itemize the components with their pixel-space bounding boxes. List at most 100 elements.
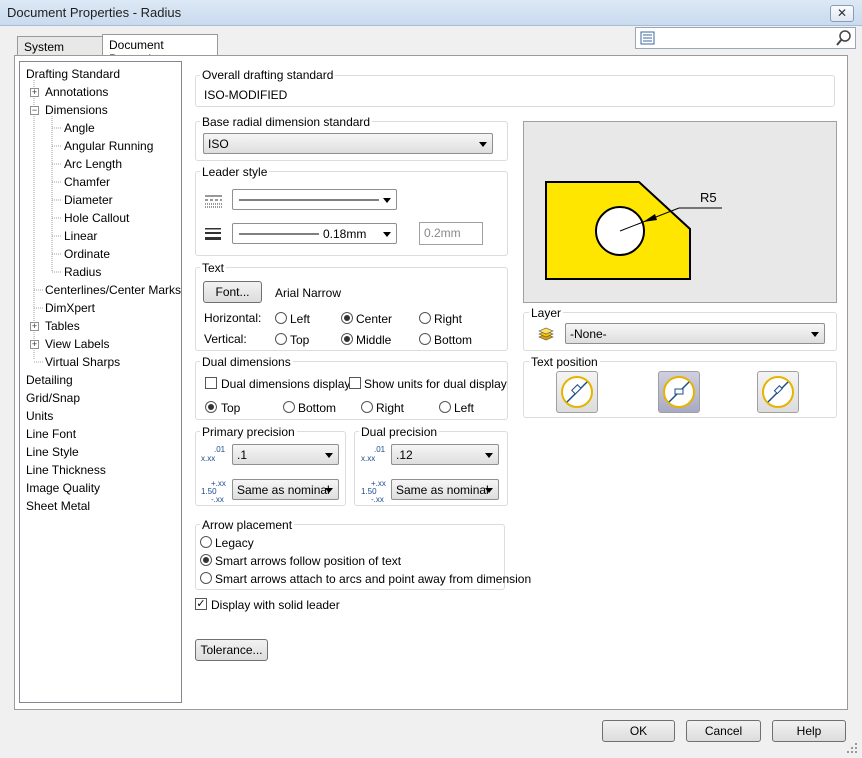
precision-icon-top: .01: [214, 445, 226, 454]
font-button[interactable]: Font...: [203, 281, 262, 303]
primary-tolerance-select[interactable]: Same as nominal: [232, 479, 339, 500]
expand-icon[interactable]: +: [30, 340, 39, 349]
solid-leader-checkbox[interactable]: ✓: [195, 598, 207, 610]
chevron-down-icon: [485, 453, 493, 458]
v-bottom-radio[interactable]: [419, 333, 431, 345]
line-style-icon: [205, 195, 222, 208]
tree-item-tables[interactable]: Tables: [45, 319, 80, 333]
horizontal-label: Horizontal:: [204, 311, 262, 325]
tree-item-dimxpert[interactable]: DimXpert: [45, 301, 95, 315]
tree-item-drafting-standard[interactable]: Drafting Standard: [26, 67, 120, 81]
dual-bottom-radio[interactable]: [283, 401, 295, 413]
text-position-aligned-button[interactable]: [556, 371, 598, 413]
v-middle-radio[interactable]: [341, 333, 353, 345]
arrow-smart-follow-radio[interactable]: [200, 554, 212, 566]
tree-item-diameter[interactable]: Diameter: [64, 193, 113, 207]
tree-item-hole-callout[interactable]: Hole Callout: [64, 211, 129, 225]
tree-item-line-font[interactable]: Line Font: [26, 427, 76, 441]
tree-item-grid-snap[interactable]: Grid/Snap: [26, 391, 80, 405]
search-icon[interactable]: [835, 29, 853, 47]
primary-precision-select[interactable]: .1: [232, 444, 339, 465]
tree-item-linear[interactable]: Linear: [64, 229, 97, 243]
dual-display-checkbox[interactable]: [205, 377, 217, 389]
expand-icon[interactable]: +: [30, 88, 39, 97]
dual-left-radio[interactable]: [439, 401, 451, 413]
v-top-label: Top: [290, 333, 310, 347]
dual-left-label: Left: [454, 401, 475, 415]
close-button[interactable]: ✕: [830, 5, 854, 22]
tolerance-precision-icon: +.xx 1.50 -.xx: [201, 480, 229, 504]
h-left-radio[interactable]: [275, 312, 287, 324]
tree-item-sheet-metal[interactable]: Sheet Metal: [26, 499, 90, 513]
solid-line-preview: [239, 199, 379, 201]
v-top-radio[interactable]: [275, 333, 287, 345]
dual-right-radio[interactable]: [361, 401, 373, 413]
tree-item-arc-length[interactable]: Arc Length: [64, 157, 122, 171]
dual-tolerance-value: Same as nominal: [396, 483, 489, 497]
chevron-down-icon: [383, 232, 391, 237]
tree-item-centerlines[interactable]: Centerlines/Center Marks: [45, 283, 181, 297]
collapse-icon[interactable]: −: [30, 106, 39, 115]
arrow-smart-attach-label: Smart arrows attach to arcs and point aw…: [215, 572, 532, 586]
leader-thickness-select[interactable]: 0.18mm: [232, 223, 397, 244]
tol-icon-bottom: -.xx: [211, 495, 224, 504]
font-name: Arial Narrow: [275, 286, 342, 300]
tree-item-virtual-sharps[interactable]: Virtual Sharps: [45, 355, 120, 369]
tolerance-button[interactable]: Tolerance...: [195, 639, 268, 661]
cancel-button[interactable]: Cancel: [686, 720, 761, 742]
base-radial-value: ISO: [208, 137, 229, 151]
line-thickness-icon: [205, 228, 221, 240]
tab-document-properties[interactable]: Document Properties: [102, 34, 218, 66]
leader-line-style-select[interactable]: [232, 189, 397, 210]
tree-item-line-thickness[interactable]: Line Thickness: [26, 463, 106, 477]
custom-thickness-input[interactable]: 0.2mm: [419, 222, 483, 245]
layer-label: Layer: [529, 306, 564, 320]
tree-item-angle[interactable]: Angle: [64, 121, 95, 135]
title-bar: Document Properties - Radius ✕: [0, 0, 862, 26]
show-units-checkbox[interactable]: [349, 377, 361, 389]
search-box[interactable]: [635, 27, 856, 49]
arrow-legacy-radio[interactable]: [200, 536, 212, 548]
help-button[interactable]: Help: [772, 720, 846, 742]
dual-top-radio[interactable]: [205, 401, 217, 413]
base-radial-label: Base radial dimension standard: [200, 115, 373, 129]
leader-thickness-value: 0.18mm: [323, 227, 367, 241]
dual-tolerance-select[interactable]: Same as nominal: [391, 479, 499, 500]
tree-item-angular-running[interactable]: Angular Running: [64, 139, 153, 153]
ok-button[interactable]: OK: [602, 720, 675, 742]
list-icon[interactable]: [640, 31, 656, 46]
chevron-down-icon: [479, 142, 487, 147]
text-position-horizontal-button[interactable]: [757, 371, 799, 413]
tree-item-detailing[interactable]: Detailing: [26, 373, 73, 387]
text-position-broken-button[interactable]: [658, 371, 700, 413]
tree-item-radius[interactable]: Radius: [64, 265, 101, 279]
expand-icon[interactable]: +: [30, 322, 39, 331]
dimension-preview: R5: [523, 121, 837, 303]
tree-item-annotations[interactable]: Annotations: [45, 85, 108, 99]
tree-item-view-labels[interactable]: View Labels: [45, 337, 110, 351]
tree-item-dimensions[interactable]: Dimensions: [45, 103, 108, 117]
h-left-label: Left: [290, 312, 311, 326]
overall-standard-value: ISO-MODIFIED: [204, 88, 288, 102]
base-radial-select[interactable]: ISO: [203, 133, 493, 154]
tree-item-image-quality[interactable]: Image Quality: [26, 481, 100, 495]
dual-precision-select[interactable]: .12: [391, 444, 499, 465]
dual-bottom-label: Bottom: [298, 401, 337, 415]
tree-item-units[interactable]: Units: [26, 409, 53, 423]
resize-grip-icon[interactable]: [846, 742, 858, 754]
text-group-label: Text: [200, 261, 227, 275]
layer-select[interactable]: -None-: [565, 323, 825, 344]
v-middle-label: Middle: [356, 333, 392, 347]
h-right-radio[interactable]: [419, 312, 431, 324]
tree-item-ordinate[interactable]: Ordinate: [64, 247, 110, 261]
precision-icon-main: x.xx: [361, 454, 376, 463]
arrow-smart-attach-radio[interactable]: [200, 572, 212, 584]
tab-system-options[interactable]: System Options: [17, 36, 103, 68]
dual-top-label: Top: [221, 401, 241, 415]
layer-value: -None-: [570, 327, 607, 341]
tree-item-chamfer[interactable]: Chamfer: [64, 175, 110, 189]
tree-item-line-style[interactable]: Line Style: [26, 445, 79, 459]
h-center-radio[interactable]: [341, 312, 353, 324]
text-broken-icon: [663, 376, 695, 408]
dual-dimensions-label: Dual dimensions: [200, 355, 293, 369]
